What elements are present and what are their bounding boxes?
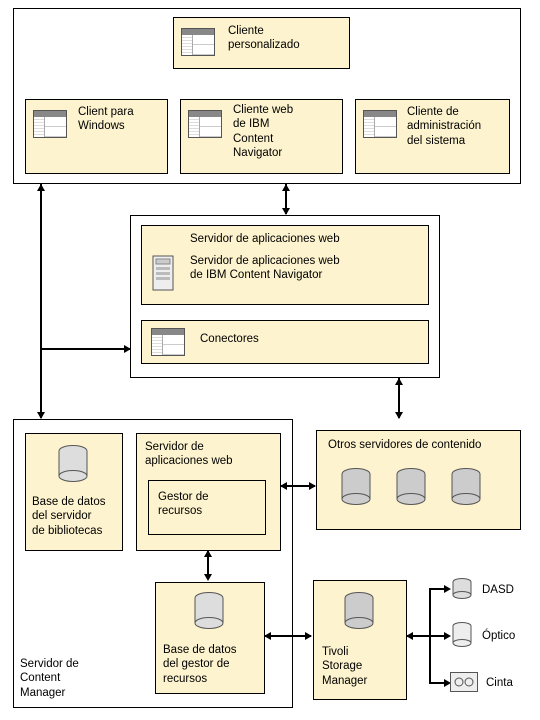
arrow-icon bbox=[124, 345, 131, 353]
webapp-subtitle: Servidor de aplicaciones web de IBM Cont… bbox=[190, 254, 410, 283]
arrow-icon bbox=[37, 412, 45, 419]
dasd-icon bbox=[452, 578, 472, 600]
cm-appserver-label: Servidor de aplicaciones web bbox=[145, 440, 265, 469]
client-navigator-label: Cliente web de IBM Content Navigator bbox=[233, 103, 333, 161]
diagram-canvas: Cliente personalizado Client para Window… bbox=[0, 0, 540, 720]
server-tower-icon bbox=[152, 255, 174, 291]
arrow-icon bbox=[309, 482, 316, 490]
optical-icon bbox=[452, 622, 472, 648]
arrow-icon bbox=[406, 632, 413, 640]
arrow-icon bbox=[204, 574, 212, 581]
tape-icon bbox=[450, 672, 478, 692]
arrow-icon bbox=[282, 208, 290, 215]
database-icon bbox=[193, 592, 225, 630]
dasd-label: DASD bbox=[482, 583, 514, 597]
webapp-title: Servidor de aplicaciones web bbox=[190, 232, 340, 246]
database-icon bbox=[340, 468, 372, 506]
tsm-label: Tivoli Storage Manager bbox=[322, 645, 402, 688]
arrow-icon bbox=[204, 550, 212, 557]
arrow-icon bbox=[395, 378, 403, 385]
other-servers-label: Otros servidores de contenido bbox=[328, 438, 481, 452]
connector-line bbox=[40, 348, 130, 350]
library-db-label: Base de datos del servidor de biblioteca… bbox=[32, 495, 120, 538]
cm-frame-label: Servidor de Content Manager bbox=[20, 657, 100, 700]
client-admin-label: Cliente de administración del sistema bbox=[407, 105, 502, 148]
client-custom-label: Cliente personalizado bbox=[228, 24, 338, 53]
arrow-icon bbox=[395, 412, 403, 419]
arrow-icon bbox=[444, 632, 451, 640]
arrow-icon bbox=[444, 585, 451, 593]
rm-db-label: Base de datos del gestor de recursos bbox=[163, 643, 263, 686]
arrow-icon bbox=[305, 632, 312, 640]
connectors-label: Conectores bbox=[200, 332, 259, 346]
arrow-icon bbox=[37, 184, 45, 191]
window-icon bbox=[151, 328, 185, 356]
arrow-icon bbox=[264, 632, 271, 640]
window-icon bbox=[33, 110, 67, 138]
connector-line bbox=[40, 184, 42, 418]
arrow-icon bbox=[280, 482, 287, 490]
window-icon bbox=[188, 110, 222, 138]
database-icon bbox=[57, 445, 89, 483]
database-icon bbox=[450, 468, 482, 506]
database-icon bbox=[343, 592, 375, 630]
database-icon bbox=[395, 468, 427, 506]
tape-label: Cinta bbox=[486, 676, 513, 690]
optical-label: Óptico bbox=[482, 629, 515, 643]
arrow-icon bbox=[282, 184, 290, 191]
window-icon bbox=[363, 110, 397, 138]
resource-mgr-label: Gestor de recursos bbox=[158, 490, 258, 519]
window-icon bbox=[181, 28, 215, 56]
client-windows-label: Client para Windows bbox=[78, 105, 158, 134]
